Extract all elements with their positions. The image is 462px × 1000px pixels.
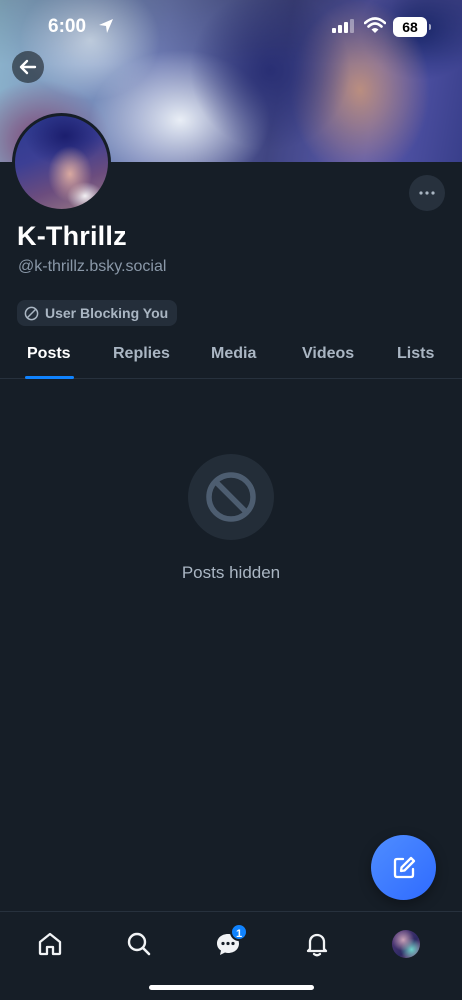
blocking-status-label: User Blocking You	[45, 305, 169, 321]
nav-home[interactable]	[30, 928, 70, 960]
display-name: K-Thrillz	[17, 221, 127, 251]
status-time: 6:00	[48, 16, 87, 37]
bell-icon	[306, 933, 328, 957]
tab-videos[interactable]: Videos	[302, 345, 354, 363]
compose-icon	[393, 856, 415, 878]
home-indicator	[149, 985, 314, 990]
block-icon	[24, 306, 39, 320]
tab-replies[interactable]: Replies	[113, 345, 170, 363]
tab-media[interactable]: Media	[211, 345, 256, 363]
user-handle: @k-thrillz.bsky.social	[18, 258, 167, 275]
active-tab-indicator	[25, 376, 74, 379]
profile-avatar-icon	[392, 930, 420, 958]
battery-indicator: 68	[393, 17, 431, 37]
search-icon	[127, 932, 151, 956]
more-options-button[interactable]	[409, 175, 445, 211]
posts-hidden-icon	[188, 454, 274, 540]
status-bar: 6:00 68	[0, 0, 462, 54]
home-icon	[38, 932, 62, 956]
wifi-icon	[363, 17, 387, 39]
location-arrow-icon	[98, 18, 114, 39]
back-button[interactable]	[12, 51, 44, 83]
nav-search[interactable]	[119, 928, 159, 960]
ellipsis-icon	[419, 191, 435, 195]
nav-notifications[interactable]	[297, 928, 337, 960]
tab-lists[interactable]: Lists	[397, 345, 434, 363]
cellular-signal-icon	[332, 19, 354, 38]
posts-hidden-text: Posts hidden	[181, 563, 281, 582]
blocking-status-badge[interactable]: User Blocking You	[17, 300, 178, 326]
compose-post-button[interactable]	[371, 835, 436, 900]
tab-posts[interactable]: Posts	[27, 345, 71, 363]
block-icon	[206, 472, 256, 522]
nav-profile[interactable]	[386, 928, 426, 960]
chat-unread-badge: 1	[230, 923, 249, 941]
arrow-left-icon	[19, 59, 37, 75]
profile-tabs: Posts Replies Media Videos Lists	[0, 330, 462, 379]
nav-chat[interactable]: 1	[208, 923, 249, 960]
profile-avatar[interactable]	[12, 113, 111, 212]
